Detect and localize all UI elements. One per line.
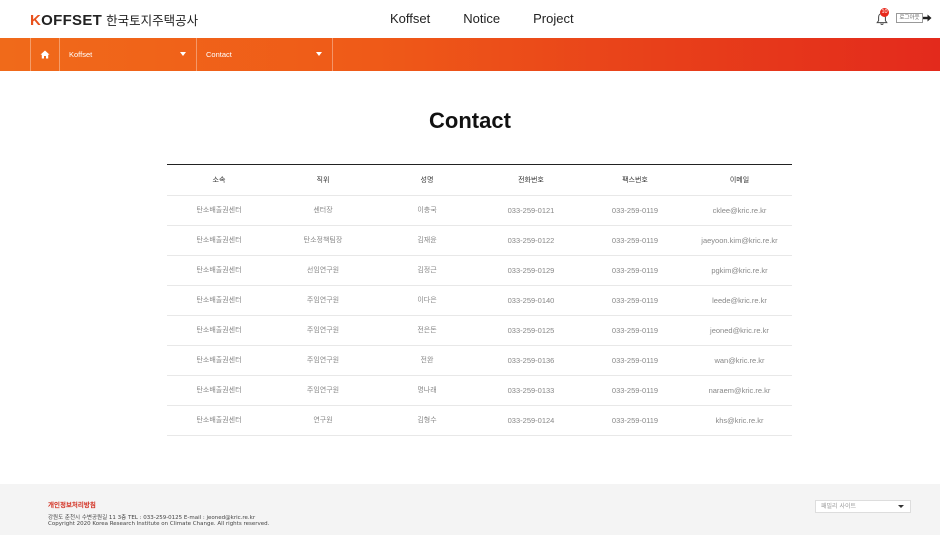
notification-badge: 10 bbox=[880, 8, 889, 17]
logo-k: K bbox=[30, 12, 42, 29]
page-title: Contact bbox=[429, 108, 511, 133]
cell-affiliation: 탄소배출권센터 bbox=[167, 315, 271, 346]
cell-fax: 033-259-0119 bbox=[583, 345, 687, 376]
table-header-row: 소속 직위 성명 전화번호 팩스번호 이메일 bbox=[167, 165, 792, 196]
column-header-email: 이메일 bbox=[687, 165, 792, 196]
cell-position: 센터장 bbox=[271, 195, 375, 226]
cell-name: 김재윤 bbox=[375, 225, 479, 256]
contact-table: 소속 직위 성명 전화번호 팩스번호 이메일 탄소배출권센터 센터장 이충국 033-… bbox=[167, 164, 792, 436]
cell-fax: 033-259-0119 bbox=[583, 255, 687, 286]
cell-affiliation: 탄소배출권센터 bbox=[167, 345, 271, 376]
cell-email[interactable]: jaeyoon.kim@kric.re.kr bbox=[687, 225, 792, 256]
logout-button[interactable]: 로그아웃 bbox=[896, 13, 923, 23]
cell-email[interactable]: pgkim@kric.re.kr bbox=[687, 255, 792, 286]
cell-position: 주임연구원 bbox=[271, 345, 375, 376]
nav-item-notice[interactable]: Notice bbox=[463, 11, 500, 26]
cell-phone: 033-259-0125 bbox=[479, 315, 583, 346]
main-nav: Koffset Notice Project bbox=[390, 11, 607, 26]
cell-fax: 033-259-0119 bbox=[583, 225, 687, 256]
cell-phone: 033-259-0133 bbox=[479, 375, 583, 406]
cell-position: 주임연구원 bbox=[271, 315, 375, 346]
footer-copyright: Copyright 2020 Korea Research Institute … bbox=[48, 521, 270, 527]
cell-phone: 033-259-0140 bbox=[479, 285, 583, 316]
cell-email[interactable]: leede@kric.re.kr bbox=[687, 285, 792, 316]
cell-fax: 033-259-0119 bbox=[583, 285, 687, 316]
cell-fax: 033-259-0119 bbox=[583, 195, 687, 226]
cell-affiliation: 탄소배출권센터 bbox=[167, 285, 271, 316]
cell-fax: 033-259-0119 bbox=[583, 405, 687, 436]
privacy-policy-link[interactable]: 개인정보처리방침 bbox=[48, 499, 96, 509]
cell-phone: 033-259-0121 bbox=[479, 195, 583, 226]
table-row: 탄소배출권센터 주임연구원 명나래 033-259-0133 033-259-0119 n… bbox=[167, 375, 792, 406]
cell-phone: 033-259-0129 bbox=[479, 255, 583, 286]
nav-item-project[interactable]: Project bbox=[533, 11, 573, 26]
breadcrumb-level1-label: Koffset bbox=[69, 50, 93, 59]
cell-name: 김형수 bbox=[375, 405, 479, 436]
logo-korean-name: 한국토지주택공사 bbox=[106, 13, 199, 28]
table-row: 탄소배출권센터 주임연구원 전완 033-259-0136 033-259-0119 wa… bbox=[167, 345, 792, 376]
family-site-label: 패밀리 사이트 bbox=[821, 503, 857, 510]
cell-name: 이충국 bbox=[375, 195, 479, 226]
cell-email[interactable]: jeoned@kric.re.kr bbox=[687, 315, 792, 346]
column-header-position: 직위 bbox=[271, 165, 375, 196]
cell-phone: 033-259-0122 bbox=[479, 225, 583, 256]
site-header: KOFFSET 한국토지주택공사 Koffset Notice Project … bbox=[0, 0, 940, 38]
arrow-right-icon[interactable] bbox=[922, 13, 932, 23]
cell-position: 주임연구원 bbox=[271, 375, 375, 406]
breadcrumb-select-koffset[interactable]: Koffset bbox=[60, 38, 197, 71]
cell-position: 탄소정책팀장 bbox=[271, 225, 375, 256]
cell-affiliation: 탄소배출권센터 bbox=[167, 195, 271, 226]
table-row: 탄소배출권센터 센터장 이충국 033-259-0121 033-259-0119 ckl… bbox=[167, 195, 792, 226]
cell-email[interactable]: naraem@kric.re.kr bbox=[687, 375, 792, 406]
cell-email[interactable]: wan@kric.re.kr bbox=[687, 345, 792, 376]
logo-wordmark: KOFFSET bbox=[30, 12, 102, 29]
cell-position: 연구원 bbox=[271, 405, 375, 436]
breadcrumb: Koffset Contact bbox=[0, 38, 940, 71]
table-row: 탄소배출권센터 주임연구원 전은돈 033-259-0125 033-259-0119 j… bbox=[167, 315, 792, 346]
footer-address: 강원도 춘천시 수변공원길 11 3층 TEL : 033-259-0125 E… bbox=[48, 515, 256, 521]
column-header-name: 성명 bbox=[375, 165, 479, 196]
site-footer: 개인정보처리방침 강원도 춘천시 수변공원길 11 3층 TEL : 033-2… bbox=[0, 484, 940, 535]
table-row: 탄소배출권센터 주임연구원 이다은 033-259-0140 033-259-0119 l… bbox=[167, 285, 792, 316]
table-row: 탄소배출권센터 탄소정책팀장 김재윤 033-259-0122 033-259-0119… bbox=[167, 225, 792, 256]
breadcrumb-select-contact[interactable]: Contact bbox=[197, 38, 333, 71]
cell-name: 전완 bbox=[375, 345, 479, 376]
cell-position: 선임연구원 bbox=[271, 255, 375, 286]
cell-email[interactable]: khs@kric.re.kr bbox=[687, 405, 792, 436]
table-row: 탄소배출권센터 선임연구원 김정근 033-259-0129 033-259-0119 p… bbox=[167, 255, 792, 286]
nav-item-koffset[interactable]: Koffset bbox=[390, 11, 430, 26]
cell-phone: 033-259-0136 bbox=[479, 345, 583, 376]
cell-position: 주임연구원 bbox=[271, 285, 375, 316]
cell-affiliation: 탄소배출권센터 bbox=[167, 255, 271, 286]
home-icon bbox=[40, 50, 50, 59]
cell-name: 명나래 bbox=[375, 375, 479, 406]
cell-name: 김정근 bbox=[375, 255, 479, 286]
column-header-affiliation: 소속 bbox=[167, 165, 271, 196]
column-header-phone: 전화번호 bbox=[479, 165, 583, 196]
table-row: 탄소배출권센터 연구원 김형수 033-259-0124 033-259-0119 khs… bbox=[167, 405, 792, 436]
family-site-select[interactable]: 패밀리 사이트 bbox=[815, 500, 911, 513]
cell-name: 전은돈 bbox=[375, 315, 479, 346]
cell-email[interactable]: cklee@kric.re.kr bbox=[687, 195, 792, 226]
cell-phone: 033-259-0124 bbox=[479, 405, 583, 436]
breadcrumb-home[interactable] bbox=[30, 38, 60, 71]
breadcrumb-level2-label: Contact bbox=[206, 50, 232, 59]
chevron-down-icon bbox=[316, 52, 322, 56]
cell-fax: 033-259-0119 bbox=[583, 315, 687, 346]
cell-affiliation: 탄소배출권센터 bbox=[167, 405, 271, 436]
cell-affiliation: 탄소배출권센터 bbox=[167, 225, 271, 256]
table-body: 탄소배출권센터 센터장 이충국 033-259-0121 033-259-0119 ckl… bbox=[167, 195, 792, 436]
chevron-down-icon bbox=[180, 52, 186, 56]
column-header-fax: 팩스번호 bbox=[583, 165, 687, 196]
site-logo[interactable]: KOFFSET 한국토지주택공사 bbox=[30, 10, 198, 29]
cell-fax: 033-259-0119 bbox=[583, 375, 687, 406]
chevron-down-icon bbox=[898, 505, 904, 508]
cell-name: 이다은 bbox=[375, 285, 479, 316]
logo-rest: OFFSET bbox=[41, 12, 103, 29]
cell-affiliation: 탄소배출권센터 bbox=[167, 375, 271, 406]
